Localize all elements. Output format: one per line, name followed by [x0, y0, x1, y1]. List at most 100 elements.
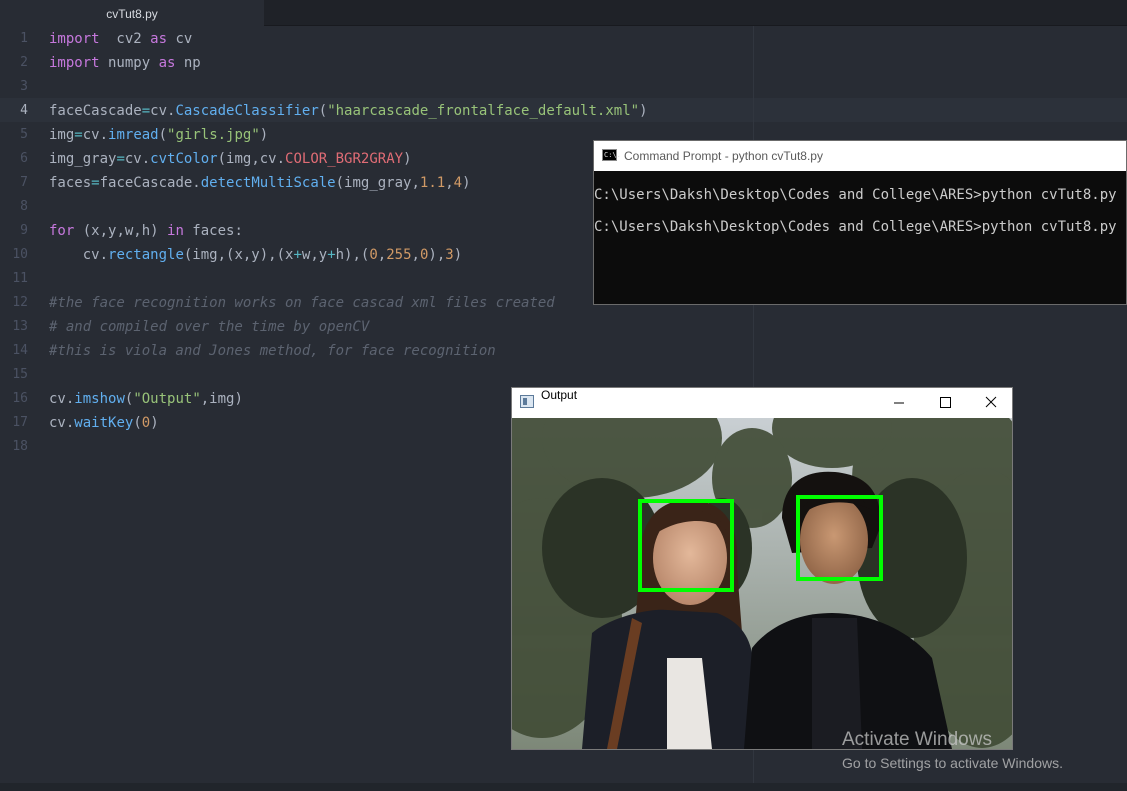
code-token: (: [318, 103, 328, 119]
code-token: as: [150, 31, 168, 47]
line-number: 6: [20, 151, 28, 166]
code-line[interactable]: faceCascade=cv.CascadeClassifier("haarca…: [49, 99, 648, 123]
activate-windows-hint: Go to Settings to activate Windows.: [842, 755, 1063, 771]
code-token: cv2: [99, 31, 151, 47]
code-line[interactable]: # and compiled over the time by openCV: [49, 315, 369, 339]
code-line[interactable]: img=cv.imread("girls.jpg"): [49, 123, 268, 147]
code-line[interactable]: cv.waitKey(0): [49, 411, 159, 435]
line-number: 16: [12, 391, 28, 406]
console-line: C:\Users\Daksh\Desktop\Codes and College…: [594, 219, 1117, 235]
code-line[interactable]: #the face recognition works on face casc…: [49, 291, 555, 315]
code-token: (: [133, 415, 142, 431]
code-token: detectMultiScale: [200, 175, 336, 191]
close-button[interactable]: [968, 388, 1014, 418]
code-token: waitKey: [74, 415, 134, 431]
maximize-button[interactable]: [922, 388, 968, 418]
code-line[interactable]: img_gray=cv.cvtColor(img,cv.COLOR_BGR2GR…: [49, 147, 412, 171]
line-number: 7: [20, 175, 28, 190]
line-number: 18: [12, 439, 28, 454]
code-token: =: [116, 151, 125, 167]
code-token: numpy: [99, 55, 159, 71]
code-line[interactable]: for (x,y,w,h) in faces:: [49, 219, 243, 243]
code-token: =: [141, 103, 151, 119]
code-token: for: [49, 223, 75, 239]
photo-two-people-outdoors-trees: [512, 418, 1012, 749]
code-token: ,: [445, 175, 454, 191]
code-token: np: [175, 55, 201, 71]
line-number: 11: [12, 271, 28, 286]
code-token: as: [158, 55, 176, 71]
line-number: 1: [20, 31, 28, 46]
code-token: (img_gray,: [335, 175, 420, 191]
code-token: faceCascade.: [99, 175, 201, 191]
code-token: ,img): [200, 391, 243, 407]
code-token: imshow: [74, 391, 125, 407]
code-token: img: [49, 127, 75, 143]
output-window-titlebar[interactable]: Output: [512, 388, 1012, 418]
line-number: 13: [12, 319, 28, 334]
code-token: "Output": [133, 391, 201, 407]
code-token: cvtColor: [150, 151, 218, 167]
tab-cvtut8[interactable]: cvTut8.py: [0, 0, 264, 27]
line-number: 15: [12, 367, 28, 382]
tab-bar: cvTut8.py: [0, 0, 1127, 27]
code-token: (img,cv.: [217, 151, 286, 167]
line-number: 5: [20, 127, 28, 142]
code-token: cv.: [150, 103, 176, 119]
line-number: 4: [20, 103, 28, 118]
code-line[interactable]: cv.rectangle(img,(x,y),(x+w,y+h),(0,255,…: [49, 243, 462, 267]
line-number: 3: [20, 79, 28, 94]
code-token: CascadeClassifier: [175, 103, 319, 119]
code-token: w,y: [301, 247, 328, 263]
code-token: imread: [108, 127, 159, 143]
line-number: 17: [12, 415, 28, 430]
output-window[interactable]: Output: [511, 387, 1013, 750]
line-number: 10: [12, 247, 28, 262]
code-token: faces:: [183, 223, 243, 239]
command-prompt-icon: C:\.: [602, 149, 621, 161]
code-line[interactable]: import numpy as np: [49, 51, 201, 75]
output-window-title: Output: [541, 388, 578, 402]
code-token: import: [49, 55, 100, 71]
console-line: C:\Users\Daksh\Desktop\Codes and College…: [594, 187, 1117, 203]
code-token: (img,(x,y),(x: [183, 247, 294, 263]
code-token: +: [327, 247, 336, 263]
tab-bar-divider: [264, 25, 1127, 26]
code-token: cv.: [124, 151, 151, 167]
code-token: ): [259, 127, 269, 143]
activate-windows-watermark: Activate Windows: [842, 729, 992, 750]
code-token: ): [403, 151, 412, 167]
code-line[interactable]: #this is viola and Jones method, for fac…: [49, 339, 496, 363]
command-prompt-title: Command Prompt - python cvTut8.py: [624, 149, 823, 163]
code-token: #this is viola and Jones method, for fac…: [49, 343, 496, 359]
code-token: faceCascade: [49, 103, 142, 119]
code-token: h),(: [335, 247, 370, 263]
code-token: img_gray: [49, 151, 117, 167]
minimize-icon: [894, 402, 904, 404]
code-token: import: [49, 31, 100, 47]
code-token: ),: [428, 247, 446, 263]
minimize-button[interactable]: [876, 388, 922, 418]
line-number: 12: [12, 295, 28, 310]
code-line[interactable]: import cv2 as cv: [49, 27, 192, 51]
code-token: ): [453, 247, 463, 263]
code-token: 0: [369, 247, 378, 263]
code-token: =: [91, 175, 100, 191]
code-token: in: [167, 223, 184, 239]
code-line[interactable]: cv.imshow("Output",img): [49, 387, 243, 411]
command-prompt-window[interactable]: C:\. Command Prompt - python cvTut8.py C…: [593, 140, 1127, 305]
maximize-icon: [940, 397, 951, 408]
line-number: 8: [20, 199, 28, 214]
code-token: ): [150, 415, 159, 431]
code-token: COLOR_BGR2GRAY: [285, 151, 404, 167]
line-number: 2: [20, 55, 28, 70]
code-token: "girls.jpg": [167, 127, 260, 143]
code-token: =: [74, 127, 83, 143]
code-token: 0: [141, 415, 151, 431]
code-token: 1.1: [419, 175, 446, 191]
line-number: 14: [12, 343, 28, 358]
code-line[interactable]: faces=faceCascade.detectMultiScale(img_g…: [49, 171, 471, 195]
output-image: [512, 418, 1012, 749]
code-token: cv.: [49, 391, 75, 407]
command-prompt-titlebar[interactable]: C:\. Command Prompt - python cvTut8.py: [594, 141, 1126, 171]
